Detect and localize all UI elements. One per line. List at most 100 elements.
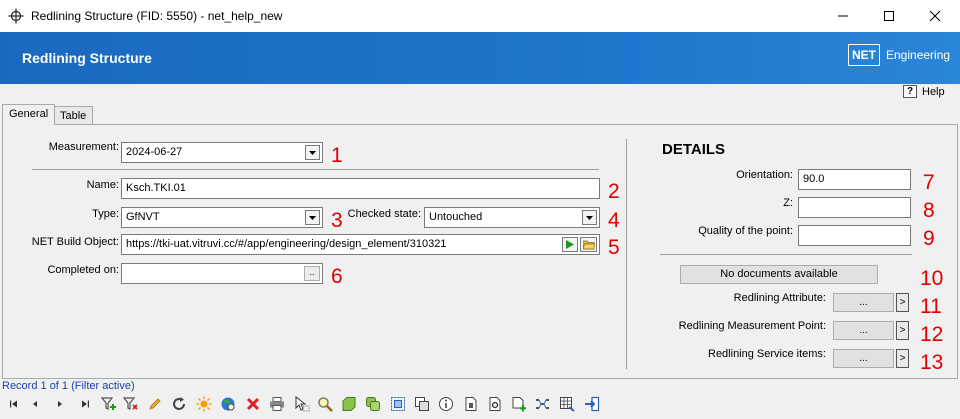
frame-icon[interactable]	[389, 395, 407, 413]
name-value: Ksch.TKI.01	[126, 182, 186, 194]
select-icon[interactable]	[293, 395, 311, 413]
z-label: Z:	[783, 197, 793, 209]
checked-state-dropdown[interactable]: Untouched	[424, 207, 600, 228]
chevron-down-icon[interactable]	[305, 145, 320, 160]
redlining-attribute-arrow[interactable]: >	[896, 293, 909, 312]
crosshair-app-icon	[8, 8, 24, 24]
record-status: Record 1 of 1 (Filter active)	[2, 380, 135, 392]
details-title: DETAILS	[662, 141, 726, 158]
next-record-icon[interactable]	[51, 395, 69, 413]
edit-icon[interactable]	[146, 395, 164, 413]
print-icon[interactable]	[268, 395, 286, 413]
help-label: Help	[922, 85, 945, 98]
checked-state-label: Checked state:	[347, 208, 421, 220]
redlining-service-items-button[interactable]: ...	[833, 349, 894, 368]
chevron-down-icon[interactable]	[582, 210, 597, 225]
vertical-divider	[626, 139, 627, 369]
duplicate-icon[interactable]	[413, 395, 431, 413]
annotation-1: 1	[331, 144, 343, 167]
exit-icon[interactable]	[583, 395, 601, 413]
brand-net: NET	[848, 44, 880, 66]
name-field[interactable]: Ksch.TKI.01	[121, 178, 600, 199]
orientation-value: 90.0	[803, 173, 825, 185]
tab-table[interactable]: Table	[53, 106, 94, 124]
redlining-measurement-point-arrow[interactable]: >	[896, 321, 909, 340]
info-icon[interactable]	[437, 395, 455, 413]
redlining-measurement-point-button[interactable]: ...	[833, 321, 894, 340]
flow-icon[interactable]	[534, 395, 552, 413]
open-folder-icon[interactable]	[580, 237, 597, 252]
first-record-icon[interactable]	[5, 395, 23, 413]
type-label: Type:	[92, 208, 119, 220]
details-divider	[660, 254, 912, 255]
zoom-to-icon[interactable]	[219, 395, 237, 413]
remove-filter-icon[interactable]	[122, 395, 140, 413]
net-build-object-value: https://tki-uat.vitruvi.cc/#/app/enginee…	[126, 238, 447, 250]
divider	[32, 169, 599, 170]
z-field[interactable]	[798, 197, 911, 218]
general-panel: Measurement: 2024-06-27 1 Name: Ksch.TKI…	[2, 124, 958, 379]
annotation-9: 9	[923, 227, 935, 250]
add-document-icon[interactable]	[510, 395, 528, 413]
redlining-service-items-label: Redlining Service items:	[708, 348, 826, 360]
quality-label: Quality of the point:	[698, 225, 793, 237]
date-picker-button[interactable]: ..	[304, 266, 320, 281]
table-export-icon[interactable]	[558, 395, 576, 413]
previous-record-icon[interactable]	[26, 395, 44, 413]
refresh-icon[interactable]	[170, 395, 188, 413]
name-label: Name:	[86, 179, 119, 191]
annotation-3: 3	[331, 209, 343, 232]
help-bar: ? Help	[0, 84, 960, 102]
annotation-8: 8	[923, 199, 935, 222]
completed-on-label: Completed on:	[47, 264, 119, 276]
annotation-4: 4	[608, 209, 620, 232]
completed-on-field[interactable]: ..	[121, 263, 323, 284]
quality-field[interactable]	[798, 225, 911, 246]
copy-icon[interactable]	[364, 395, 382, 413]
measurement-label: Measurement:	[48, 141, 119, 153]
no-documents-button[interactable]: No documents available	[680, 265, 878, 284]
redlining-measurement-point-label: Redlining Measurement Point:	[678, 320, 826, 332]
minimize-icon	[838, 15, 848, 17]
shape-icon[interactable]	[340, 395, 358, 413]
title-bar: Redlining Structure (FID: 5550) - net_he…	[0, 0, 960, 32]
brand-logo: NET Engineering	[848, 44, 950, 66]
highlight-icon[interactable]	[195, 395, 213, 413]
document-settings-icon[interactable]	[486, 395, 504, 413]
orientation-field[interactable]: 90.0	[798, 169, 911, 190]
last-record-icon[interactable]	[76, 395, 94, 413]
search-icon[interactable]	[316, 395, 334, 413]
document-icon[interactable]	[462, 395, 480, 413]
brand-engineering: Engineering	[886, 48, 951, 62]
measurement-dropdown[interactable]: 2024-06-27	[121, 142, 323, 163]
orientation-label: Orientation:	[736, 169, 793, 181]
measurement-value: 2024-06-27	[126, 146, 183, 158]
type-dropdown[interactable]: GfNVT	[121, 207, 323, 228]
window-title: Redlining Structure (FID: 5550) - net_he…	[31, 9, 283, 23]
checked-state-value: Untouched	[429, 211, 483, 223]
net-build-object-label: NET Build Object:	[31, 236, 119, 248]
help-button[interactable]: ? Help	[903, 85, 945, 98]
maximize-icon	[884, 11, 894, 21]
annotation-7: 7	[923, 171, 935, 194]
annotation-5: 5	[608, 236, 620, 259]
add-filter-icon[interactable]	[100, 395, 118, 413]
tab-general[interactable]: General	[2, 104, 56, 125]
header-banner: Redlining Structure NET Engineering	[0, 32, 960, 84]
minimize-button[interactable]	[820, 0, 866, 32]
banner-title: Redlining Structure	[22, 50, 152, 66]
redlining-attribute-button[interactable]: ...	[833, 293, 894, 312]
net-build-object-field[interactable]: https://tki-uat.vitruvi.cc/#/app/enginee…	[121, 234, 600, 255]
annotation-11: 11	[920, 295, 942, 318]
annotation-2: 2	[608, 180, 620, 203]
chevron-down-icon[interactable]	[305, 210, 320, 225]
annotation-6: 6	[331, 265, 343, 288]
bottom-toolbar	[0, 394, 960, 414]
close-button[interactable]	[912, 0, 958, 32]
redlining-service-items-arrow[interactable]: >	[896, 349, 909, 368]
delete-icon[interactable]	[244, 395, 262, 413]
maximize-button[interactable]	[866, 0, 912, 32]
play-icon[interactable]	[562, 237, 578, 252]
annotation-13: 13	[920, 351, 944, 374]
redlining-attribute-label: Redlining Attribute:	[733, 292, 826, 304]
